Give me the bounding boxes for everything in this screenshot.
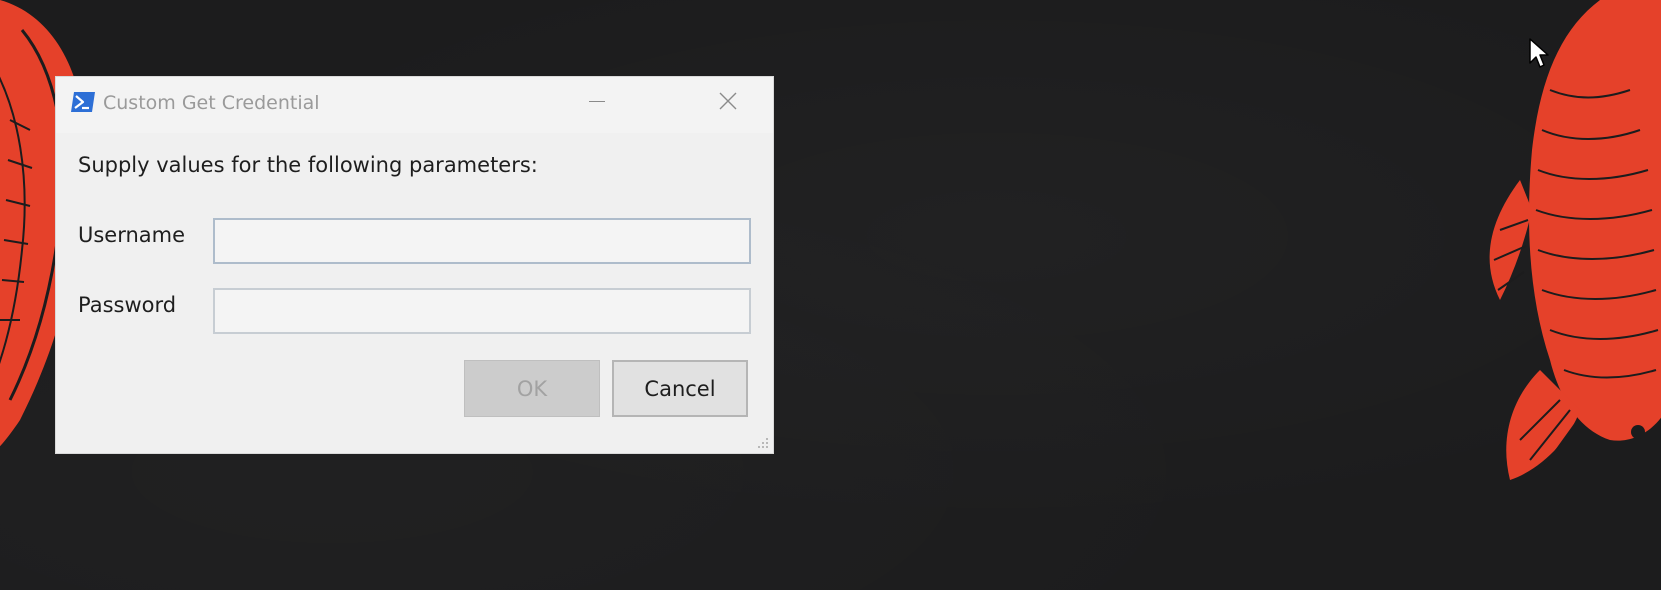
minimize-button[interactable] [568, 77, 628, 121]
cancel-button[interactable]: Cancel [612, 360, 748, 417]
desktop: Custom Get Credential Supply values for … [0, 0, 1661, 590]
mouse-cursor-icon [1529, 38, 1549, 68]
close-button[interactable] [698, 77, 758, 121]
username-label: Username [78, 223, 186, 247]
powershell-icon [71, 92, 95, 112]
koi-fish-right-art [1489, 0, 1661, 480]
minimize-icon [589, 101, 605, 102]
username-input[interactable] [213, 218, 751, 264]
close-icon [719, 92, 737, 110]
ok-button[interactable]: OK [464, 360, 600, 417]
password-input[interactable] [213, 288, 751, 334]
resize-grip-icon[interactable] [756, 436, 770, 450]
prompt-text: Supply values for the following paramete… [78, 153, 538, 177]
credential-dialog: Custom Get Credential Supply values for … [55, 76, 774, 454]
dialog-title: Custom Get Credential [103, 92, 320, 114]
password-label: Password [78, 293, 177, 317]
dialog-titlebar[interactable]: Custom Get Credential [56, 77, 773, 133]
